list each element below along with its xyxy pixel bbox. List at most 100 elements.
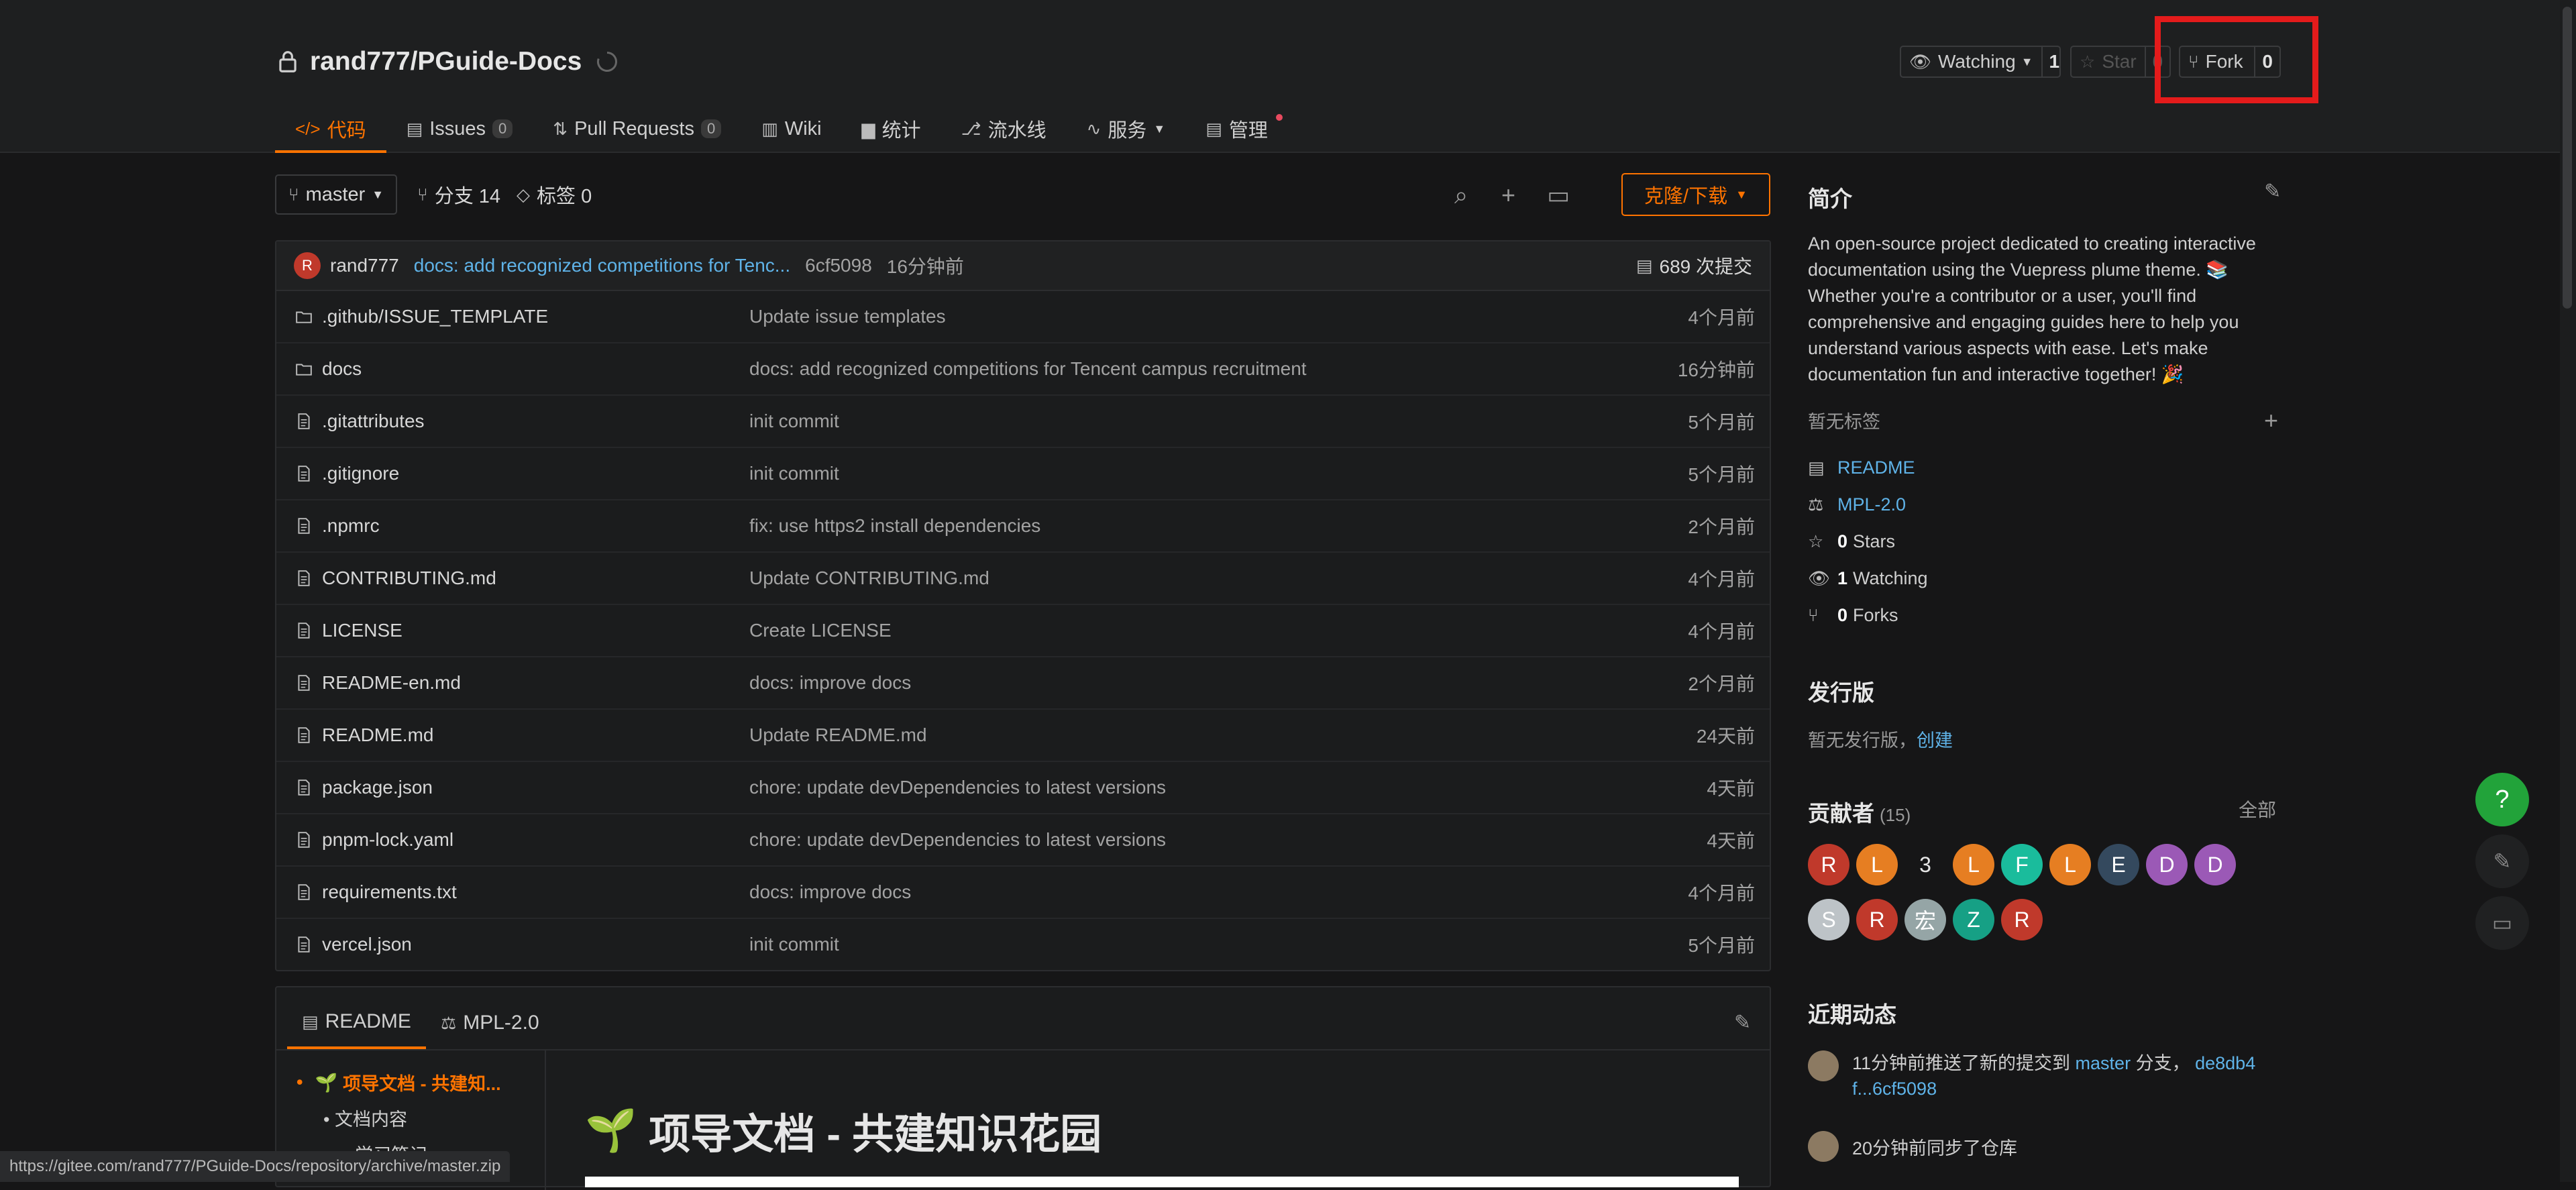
file-commit-message[interactable]: init commit [749, 463, 839, 484]
contributor-avatar[interactable]: D [2146, 844, 2188, 885]
table-row[interactable]: .gitattributes init commit 5个月前 [276, 394, 1770, 447]
file-name-link[interactable]: LICENSE [295, 620, 402, 641]
table-row[interactable]: LICENSE Create LICENSE 4个月前 [276, 604, 1770, 656]
file-commit-message[interactable]: docs: improve docs [749, 881, 911, 903]
tab-readme[interactable]: ▤ README [287, 1010, 426, 1049]
tab-issues[interactable]: ▤ Issues 0 [386, 107, 533, 150]
file-name-link[interactable]: .gitignore [295, 463, 399, 484]
file-commit-message[interactable]: fix: use https2 install dependencies [749, 515, 1040, 537]
file-commit-message[interactable]: docs: improve docs [749, 672, 911, 694]
table-row[interactable]: README-en.md docs: improve docs 2个月前 [276, 656, 1770, 708]
contributor-avatar[interactable]: R [1856, 899, 1898, 940]
create-release-link[interactable]: 创建 [1917, 726, 1953, 752]
file-name-link[interactable]: README.md [295, 724, 433, 746]
file-name-link[interactable]: requirements.txt [295, 881, 457, 903]
edit-icon[interactable]: ✎ [1734, 1011, 1751, 1034]
tab-stats[interactable]: ▆ 统计 [842, 107, 941, 150]
contributor-avatar[interactable]: F [2001, 844, 2043, 885]
branches-link[interactable]: ⑂ 分支 14 [417, 180, 500, 209]
table-row[interactable]: CONTRIBUTING.md Update CONTRIBUTING.md 4个月… [276, 551, 1770, 604]
document-icon: ▤ [1808, 457, 1825, 478]
tab-code[interactable]: </> 代码 [275, 107, 386, 153]
commit-author[interactable]: rand777 [330, 255, 399, 276]
table-row[interactable]: pnpm-lock.yaml chore: update devDependenc… [276, 813, 1770, 865]
table-row[interactable]: package.json chore: update devDependencie… [276, 761, 1770, 813]
file-commit-message[interactable]: chore: update devDependencies to latest … [749, 829, 1166, 851]
table-row[interactable]: vercel.json init commit 5个月前 [276, 918, 1770, 970]
file-commit-message[interactable]: init commit [749, 934, 839, 955]
file-name-link[interactable]: pnpm-lock.yaml [295, 829, 453, 851]
monitor-icon[interactable]: ▭ [1547, 181, 1570, 209]
add-tag-icon[interactable]: + [2264, 407, 2278, 435]
file-commit-message[interactable]: Update issue templates [749, 306, 946, 327]
toc-item[interactable]: • 文档内容 [323, 1105, 501, 1131]
tab-license[interactable]: ⚖ MPL-2.0 [426, 1012, 554, 1049]
readme-link[interactable]: ▤ README [1808, 457, 1915, 478]
feedback-button[interactable]: ✎ [2475, 834, 2529, 888]
file-commit-message[interactable]: init commit [749, 411, 839, 432]
branch-select[interactable]: ⑂ master ▼ [275, 174, 398, 215]
chat-button[interactable]: ▭ [2475, 896, 2529, 950]
file-name-link[interactable]: package.json [295, 777, 433, 798]
file-commit-message[interactable]: chore: update devDependencies to latest … [749, 777, 1166, 798]
sync-icon[interactable] [595, 50, 619, 74]
tab-pull-requests[interactable]: ⇅ Pull Requests 0 [533, 107, 741, 150]
contributor-avatar[interactable]: Z [1953, 899, 1994, 940]
toc-item[interactable]: • 🌱 项导文档 - 共建知... [297, 1069, 501, 1095]
table-row[interactable]: docs docs: add recognized competitions fo… [276, 342, 1770, 394]
search-icon[interactable]: ⌕ [1454, 181, 1468, 210]
file-name-link[interactable]: vercel.json [295, 934, 412, 955]
commit-hash[interactable]: 6cf5098 [805, 255, 872, 276]
avatar[interactable] [1808, 1050, 1839, 1081]
table-row[interactable]: .gitignore init commit 5个月前 [276, 447, 1770, 499]
contributor-avatar[interactable]: L [2049, 844, 2091, 885]
contributor-avatar[interactable]: L [1953, 844, 1994, 885]
commit-count: 689 次提交 [1659, 256, 1753, 277]
watching-stat[interactable]: 👁 1 Watching [1808, 568, 1928, 589]
contributor-avatar[interactable]: L [1856, 844, 1898, 885]
contributor-avatar[interactable]: 3 [1904, 844, 1946, 885]
file-commit-message[interactable]: docs: add recognized competitions for Te… [749, 358, 1307, 380]
file-name-link[interactable]: .github/ISSUE_TEMPLATE [295, 306, 548, 327]
tags-link[interactable]: ◇ 标签 0 [517, 180, 592, 209]
license-link[interactable]: ⚖ MPL-2.0 [1808, 494, 1906, 515]
contributor-avatar[interactable]: E [2098, 844, 2139, 885]
tab-services[interactable]: ∿ 服务 ▼ [1067, 107, 1186, 150]
contributors-count: (15) [1880, 805, 1911, 825]
file-commit-message[interactable]: Create LICENSE [749, 620, 892, 641]
file-name-link[interactable]: README-en.md [295, 672, 461, 694]
table-row[interactable]: requirements.txt docs: improve docs 4个月前 [276, 865, 1770, 918]
stars-stat[interactable]: ☆ 0 Stars [1808, 531, 1895, 552]
table-row[interactable]: .github/ISSUE_TEMPLATE Update issue templ… [276, 291, 1770, 342]
file-name-link[interactable]: CONTRIBUTING.md [295, 567, 496, 589]
plus-icon[interactable]: + [1501, 181, 1515, 209]
avatar[interactable]: R [294, 252, 321, 279]
contributors-all-link[interactable]: 全部 [2239, 796, 2276, 822]
tab-wiki[interactable]: ▥ Wiki [741, 107, 841, 150]
commit-message-link[interactable]: docs: add recognized competitions for Te… [414, 255, 790, 276]
commit-count-link[interactable]: ▤ 689 次提交 [1636, 252, 1752, 279]
table-row[interactable]: .npmrc fix: use https2 install dependenci… [276, 499, 1770, 551]
table-row[interactable]: README.md Update README.md 24天前 [276, 708, 1770, 761]
help-button[interactable]: ? [2475, 773, 2529, 826]
tab-pipeline[interactable]: ⎇ 流水线 [941, 107, 1067, 150]
contributor-avatar[interactable]: S [1808, 899, 1849, 940]
contributor-avatar[interactable]: R [2001, 899, 2043, 940]
avatar[interactable] [1808, 1131, 1839, 1162]
file-commit-message[interactable]: Update README.md [749, 724, 927, 746]
scrollbar-thumb[interactable] [2563, 7, 2572, 309]
file-name-link[interactable]: .npmrc [295, 515, 380, 537]
activity-branch-link[interactable]: master [2076, 1053, 2131, 1073]
repo-path-link[interactable]: rand777/PGuide-Docs [310, 47, 582, 76]
file-commit-message[interactable]: Update CONTRIBUTING.md [749, 567, 989, 589]
tab-manage[interactable]: ▤ 管理 [1185, 107, 1288, 150]
contributor-avatar[interactable]: D [2194, 844, 2236, 885]
contributor-avatar[interactable]: 宏 [1904, 899, 1946, 940]
edit-icon[interactable]: ✎ [2264, 180, 2281, 203]
contributor-avatar[interactable]: R [1808, 844, 1849, 885]
forks-stat[interactable]: ⑂ 0 Forks [1808, 605, 1898, 626]
watch-button[interactable]: 👁 Watching ▼ 1 [1900, 46, 2061, 78]
file-name-link[interactable]: docs [295, 358, 362, 380]
file-name-link[interactable]: .gitattributes [295, 411, 425, 432]
clone-download-button[interactable]: 克隆/下载 ▼ [1621, 173, 1770, 216]
